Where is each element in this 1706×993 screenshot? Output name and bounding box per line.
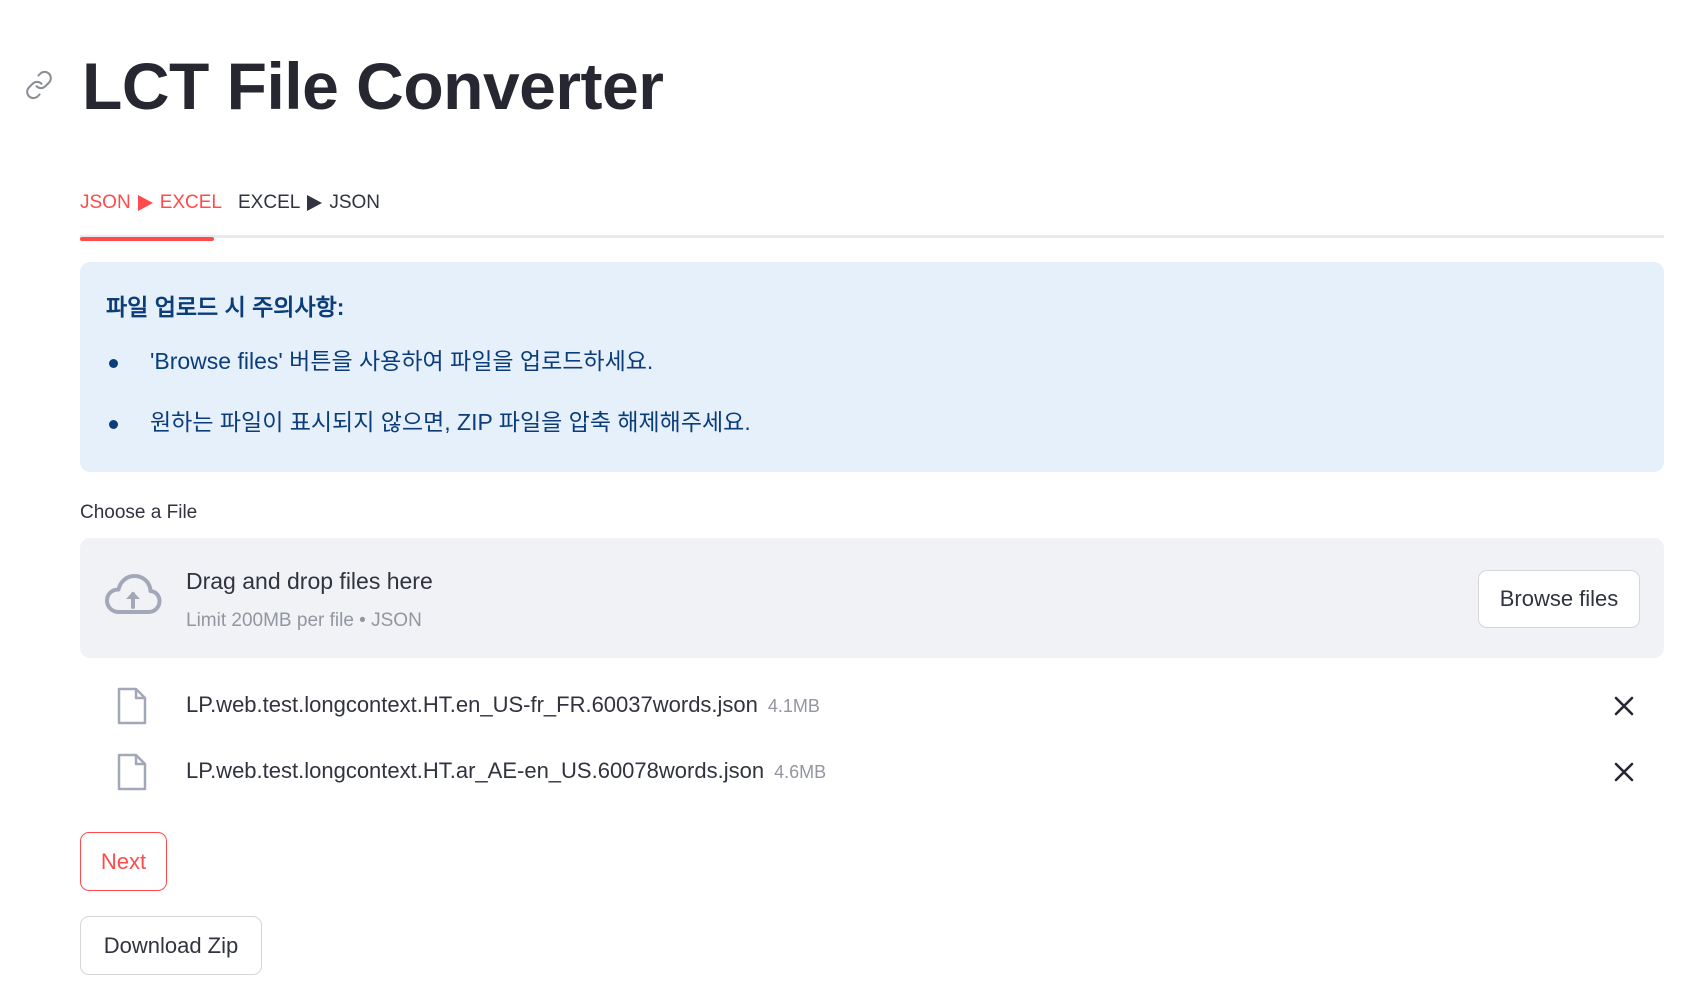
play-arrow-icon: [137, 195, 153, 211]
link-icon[interactable]: [24, 70, 54, 100]
file-icon: [117, 753, 147, 791]
info-list: 'Browse files' 버튼을 사용하여 파일을 업로드하세요. 원하는 …: [106, 346, 751, 468]
dropzone-limit-text: Limit 200MB per file • JSON: [186, 610, 422, 631]
file-name: LP.web.test.longcontext.HT.en_US-fr_FR.6…: [186, 692, 758, 717]
tab-json-to-excel[interactable]: JSON EXCEL: [80, 188, 222, 241]
browse-files-button[interactable]: Browse files: [1478, 570, 1640, 628]
page-title: LCT File Converter: [82, 49, 664, 123]
close-icon[interactable]: [1612, 694, 1636, 718]
tab-label-source: JSON: [80, 192, 131, 213]
dropzone-instructions: Drag and drop files here: [186, 568, 433, 594]
file-name: LP.web.test.longcontext.HT.ar_AE-en_US.6…: [186, 758, 765, 783]
info-alert: 파일 업로드 시 주의사항: 'Browse files' 버튼을 사용하여 파…: [80, 262, 1664, 472]
file-size: 4.1MB: [767, 696, 820, 716]
cloud-upload-icon: [105, 574, 162, 614]
uploaded-file-row: LP.web.test.longcontext.HT.ar_AE-en_US.6…: [80, 748, 1664, 800]
tab-excel-to-json[interactable]: EXCEL JSON: [238, 188, 380, 238]
info-item: 원하는 파일이 표시되지 않으면, ZIP 파일을 압축 해제해주세요.: [106, 407, 751, 468]
play-arrow-icon: [307, 195, 323, 211]
close-icon[interactable]: [1612, 760, 1636, 784]
tab-label-source: EXCEL: [238, 192, 301, 213]
info-title: 파일 업로드 시 주의사항:: [106, 294, 345, 320]
uploaded-file-row: LP.web.test.longcontext.HT.en_US-fr_FR.6…: [80, 682, 1664, 734]
download-zip-button[interactable]: Download Zip: [80, 916, 262, 975]
tab-label-target: JSON: [329, 192, 380, 213]
tab-label-target: EXCEL: [159, 192, 222, 213]
file-icon: [117, 687, 147, 725]
file-dropzone[interactable]: Drag and drop files here Limit 200MB per…: [80, 538, 1664, 658]
file-uploader-label: Choose a File: [80, 502, 198, 523]
next-button[interactable]: Next: [80, 832, 167, 891]
info-item: 'Browse files' 버튼을 사용하여 파일을 업로드하세요.: [106, 346, 751, 407]
tab-bar: JSON EXCEL EXCEL JSON: [80, 188, 1664, 241]
file-size: 4.6MB: [774, 762, 827, 782]
